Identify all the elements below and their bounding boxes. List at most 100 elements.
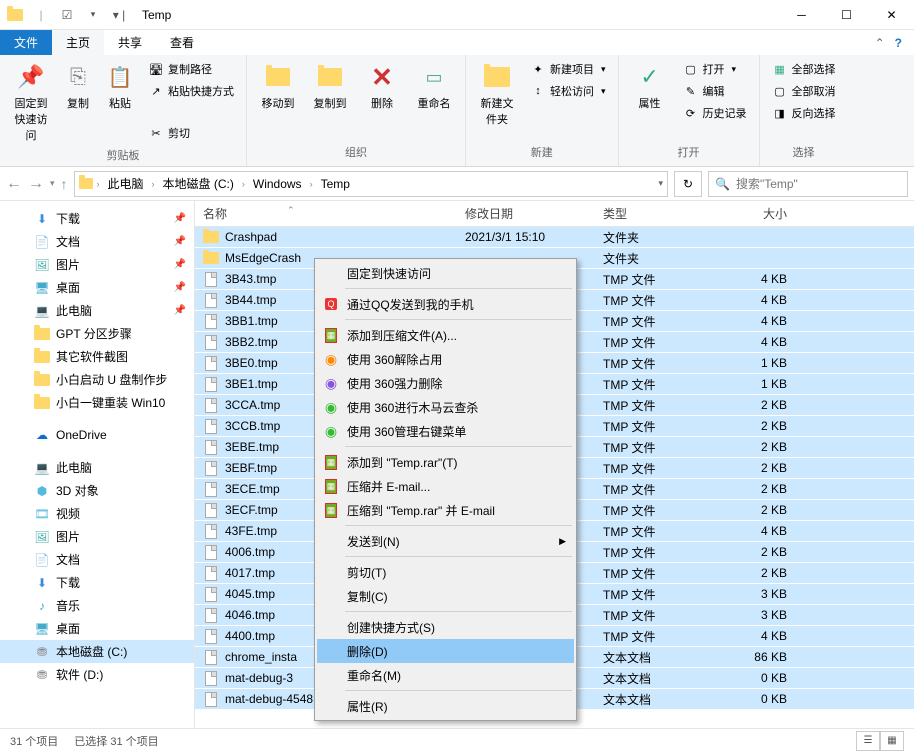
rename-button[interactable]: ▭重命名 xyxy=(411,59,457,113)
close-button[interactable]: ✕ xyxy=(869,0,914,30)
menu-item[interactable]: Q通过QQ发送到我的手机 xyxy=(317,292,574,316)
crumb-windows[interactable]: Windows xyxy=(249,177,306,191)
menu-item[interactable]: ◉使用 360进行木马云查杀 xyxy=(317,395,574,419)
crumb-c[interactable]: 本地磁盘 (C:) xyxy=(159,175,238,192)
menu-item-label: 重命名(M) xyxy=(347,667,401,684)
copy-to-button[interactable]: 复制到 xyxy=(307,59,353,113)
thumbnails-view-button[interactable]: ▦ xyxy=(880,731,904,751)
menu-item[interactable]: 固定到快速访问 xyxy=(317,261,574,285)
menu-item[interactable]: 重命名(M) xyxy=(317,663,574,687)
menu-item[interactable]: 剪切(T) xyxy=(317,560,574,584)
menu-item-label: 复制(C) xyxy=(347,588,388,605)
forward-button[interactable]: → xyxy=(28,175,44,193)
crumb-pc[interactable]: 此电脑 xyxy=(104,175,148,192)
pin-to-quick-access-button[interactable]: 📌 固定到快速访问 xyxy=(8,59,54,145)
menu-item-label: 添加到 "Temp.rar"(T) xyxy=(347,454,458,471)
menu-item[interactable]: 创建快捷方式(S) xyxy=(317,615,574,639)
sidebar-item[interactable]: 📄文档 xyxy=(0,548,194,571)
new-folder-button[interactable]: 新建文件夹 xyxy=(474,59,520,129)
tab-share[interactable]: 共享 xyxy=(104,30,156,55)
menu-item[interactable]: ◉使用 360解除占用 xyxy=(317,347,574,371)
help-icon[interactable]: ? xyxy=(895,36,902,50)
file-name: 3BE1.tmp xyxy=(225,377,278,391)
sidebar-item[interactable]: 小白启动 U 盘制作步 xyxy=(0,368,194,391)
copy-path-button[interactable]: 🛣复制路径 xyxy=(144,59,238,79)
chevron-right-icon[interactable]: › xyxy=(240,179,247,189)
open-button[interactable]: ▢打开▾ xyxy=(679,59,751,79)
sidebar-item[interactable]: ⛃软件 (D:) xyxy=(0,663,194,686)
paste-button[interactable]: 📋 粘贴 xyxy=(102,59,138,113)
breadcrumb[interactable]: › 此电脑 › 本地磁盘 (C:) › Windows › Temp ▾ xyxy=(74,171,668,197)
sidebar-item[interactable]: 其它软件截图 xyxy=(0,345,194,368)
chevron-right-icon[interactable]: › xyxy=(150,179,157,189)
sidebar-item[interactable]: 🖥桌面📌 xyxy=(0,276,194,299)
sidebar-item[interactable]: 📄文档📌 xyxy=(0,230,194,253)
sidebar-item[interactable]: GPT 分区步骤 xyxy=(0,322,194,345)
menu-item[interactable]: ◉使用 360强力删除 xyxy=(317,371,574,395)
360g-icon: ◉ xyxy=(323,423,339,439)
edit-button[interactable]: ✎编辑 xyxy=(679,81,751,101)
sidebar-item[interactable]: ⬇下载 xyxy=(0,571,194,594)
copy-button[interactable]: ⎘ 复制 xyxy=(60,59,96,113)
sidebar-item[interactable]: ☁OneDrive xyxy=(0,424,194,446)
menu-item[interactable]: 复制(C) xyxy=(317,584,574,608)
sidebar-item[interactable]: ⛃本地磁盘 (C:) xyxy=(0,640,194,663)
select-all-button[interactable]: ▦全部选择 xyxy=(768,59,840,79)
history-button[interactable]: ⟳历史记录 xyxy=(679,103,751,123)
sidebar-item[interactable]: ⬢3D 对象 xyxy=(0,479,194,502)
move-to-button[interactable]: 移动到 xyxy=(255,59,301,113)
menu-item[interactable]: ▦压缩到 "Temp.rar" 并 E-mail xyxy=(317,498,574,522)
qat-checkbox-icon[interactable]: ☑ xyxy=(56,4,78,26)
properties-button[interactable]: ✓属性 xyxy=(627,59,673,113)
sidebar-item[interactable]: 🖥桌面 xyxy=(0,617,194,640)
invert-selection-button[interactable]: ◨反向选择 xyxy=(768,103,840,123)
menu-item[interactable]: 属性(R) xyxy=(317,694,574,718)
column-date[interactable]: 修改日期 xyxy=(457,205,595,222)
select-none-button[interactable]: ▢全部取消 xyxy=(768,81,840,101)
chevron-right-icon[interactable]: › xyxy=(95,179,102,189)
refresh-button[interactable]: ↻ xyxy=(674,171,702,197)
column-type[interactable]: 类型 xyxy=(595,205,715,222)
column-size[interactable]: 大小 xyxy=(715,205,795,222)
crumb-temp[interactable]: Temp xyxy=(317,177,354,191)
back-button[interactable]: ← xyxy=(6,175,22,193)
sidebar-item[interactable]: 💻此电脑📌 xyxy=(0,299,194,322)
sidebar-item[interactable]: 🎞视频 xyxy=(0,502,194,525)
column-name[interactable]: 名称⌃ xyxy=(195,205,457,222)
recent-button[interactable]: ▾ xyxy=(50,178,55,189)
sidebar-item[interactable]: 🖼图片 xyxy=(0,525,194,548)
easy-access-button[interactable]: ↕轻松访问▾ xyxy=(526,81,610,101)
ribbon-collapse-icon[interactable]: ⌃ xyxy=(875,36,885,50)
copy-icon: ⎘ xyxy=(62,61,94,93)
details-view-button[interactable]: ☰ xyxy=(856,731,880,751)
sidebar-item[interactable]: 💻此电脑 xyxy=(0,456,194,479)
chevron-right-icon[interactable]: › xyxy=(308,179,315,189)
menu-item[interactable]: ▦添加到 "Temp.rar"(T) xyxy=(317,450,574,474)
cut-button[interactable]: ✂剪切 xyxy=(144,123,238,143)
table-row[interactable]: Crashpad2021/3/1 15:10文件夹 xyxy=(195,227,914,248)
new-item-button[interactable]: ✦新建项目▾ xyxy=(526,59,610,79)
qat-overflow-icon[interactable]: ▾ xyxy=(82,4,104,26)
sidebar-item[interactable]: 小白一键重装 Win10 xyxy=(0,391,194,414)
tab-view[interactable]: 查看 xyxy=(156,30,208,55)
up-button[interactable]: ↑ xyxy=(61,176,68,192)
maximize-button[interactable]: ☐ xyxy=(824,0,869,30)
sidebar-item-label: 3D 对象 xyxy=(56,482,99,499)
sidebar-item[interactable]: ♪音乐 xyxy=(0,594,194,617)
menu-item[interactable]: 发送到(N)▶ xyxy=(317,529,574,553)
tab-home[interactable]: 主页 xyxy=(52,30,104,55)
sidebar-item[interactable]: ⬇下载📌 xyxy=(0,207,194,230)
item-count: 31 个项目 xyxy=(10,733,58,749)
sidebar-item[interactable]: 🖼图片📌 xyxy=(0,253,194,276)
paste-shortcut-button[interactable]: ↗粘贴快捷方式 xyxy=(144,81,238,101)
minimize-button[interactable]: ─ xyxy=(779,0,824,30)
delete-button[interactable]: ✕删除 xyxy=(359,59,405,113)
breadcrumb-dropdown-icon[interactable]: ▾ xyxy=(658,178,663,189)
menu-item[interactable]: ◉使用 360管理右键菜单 xyxy=(317,419,574,443)
qat-dropdown-icon[interactable]: ▾ | xyxy=(108,4,130,26)
menu-item[interactable]: ▦添加到压缩文件(A)... xyxy=(317,323,574,347)
menu-item[interactable]: ▦压缩并 E-mail... xyxy=(317,474,574,498)
tab-file[interactable]: 文件 xyxy=(0,30,52,55)
menu-item[interactable]: 删除(D) xyxy=(317,639,574,663)
search-input[interactable]: 🔍 搜索"Temp" xyxy=(708,171,908,197)
